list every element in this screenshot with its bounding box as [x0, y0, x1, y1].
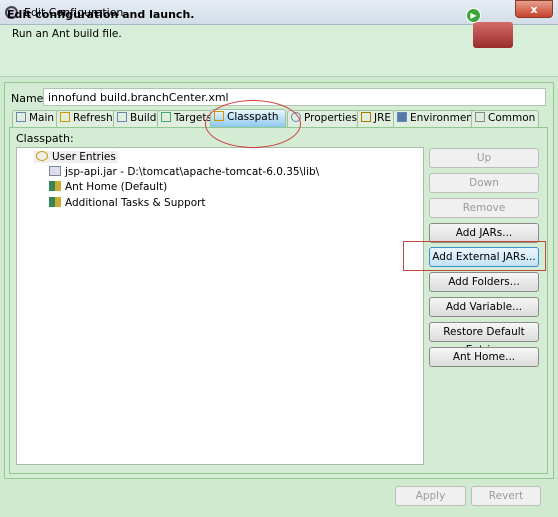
add-folders-button[interactable]: Add Folders...: [429, 272, 539, 292]
tree-item-user-entries[interactable]: User Entries: [34, 151, 118, 163]
common-icon: [475, 112, 485, 122]
tab-build[interactable]: Build: [113, 110, 161, 127]
revert-button[interactable]: Revert: [471, 486, 541, 506]
tab-label: Build: [130, 112, 157, 124]
ant-home-button[interactable]: Ant Home...: [429, 347, 539, 367]
jar-icon: [49, 166, 61, 176]
add-jars-button[interactable]: Add JARs...: [429, 223, 539, 243]
tree-item-additional-tasks[interactable]: Additional Tasks & Support: [49, 197, 206, 209]
header-subtitle: Run an Ant build file.: [12, 28, 122, 40]
tab-label: Common: [488, 112, 536, 124]
tree-item-label: jsp-api.jar - D:\tomcat\apache-tomcat-6.…: [65, 166, 320, 178]
tab-main[interactable]: Main: [12, 110, 59, 127]
main-icon: [16, 112, 26, 122]
toolbox-icon: [473, 22, 513, 48]
classpath-tree[interactable]: User Entries jsp-api.jar - D:\tomcat\apa…: [16, 147, 424, 465]
annotation-box: [403, 241, 546, 271]
tab-jre[interactable]: JRE: [357, 110, 396, 127]
classpath-icon: [36, 151, 48, 161]
tab-label: Environment: [410, 112, 478, 124]
library-icon: [49, 197, 61, 207]
tab-label: Main: [29, 112, 55, 124]
tree-item-jar[interactable]: jsp-api.jar - D:\tomcat\apache-tomcat-6.…: [49, 166, 319, 178]
tree-item-label: Additional Tasks & Support: [65, 197, 206, 209]
down-button[interactable]: Down: [429, 173, 539, 193]
environment-icon: [397, 112, 407, 122]
remove-button[interactable]: Remove: [429, 198, 539, 218]
apply-button[interactable]: Apply: [395, 486, 466, 506]
restore-default-entries-button[interactable]: Restore Default Entries: [429, 322, 539, 356]
build-icon: [117, 112, 127, 122]
jre-icon: [361, 112, 371, 122]
refresh-icon: [60, 112, 70, 122]
tab-label: JRE: [374, 112, 392, 124]
run-icon: ▶: [466, 8, 481, 23]
tab-environment[interactable]: Environment: [393, 110, 482, 127]
tab-common[interactable]: Common: [471, 110, 540, 127]
add-variable-button[interactable]: Add Variable...: [429, 297, 539, 317]
header-title: Edit configuration and launch.: [7, 8, 195, 21]
name-label: Name:: [11, 92, 48, 105]
targets-icon: [161, 112, 171, 122]
close-button[interactable]: x: [515, 0, 553, 18]
name-input[interactable]: [43, 88, 546, 106]
tree-item-label: User Entries: [52, 151, 116, 163]
tree-item-label: Ant Home (Default): [65, 181, 168, 193]
tab-refresh[interactable]: Refresh: [56, 110, 117, 127]
tab-label: Properties: [304, 112, 358, 124]
library-icon: [49, 181, 61, 191]
tab-label: Refresh: [73, 112, 113, 124]
up-button[interactable]: Up: [429, 148, 539, 168]
classpath-label: Classpath:: [16, 132, 74, 145]
tree-item-ant-home[interactable]: Ant Home (Default): [49, 181, 167, 193]
annotation-ellipse: [205, 100, 301, 148]
